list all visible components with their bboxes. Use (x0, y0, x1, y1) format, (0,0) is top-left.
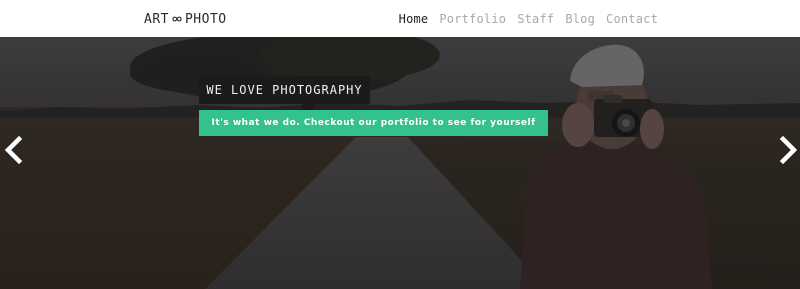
hero-headline: WE LOVE PHOTOGRAPHY (199, 76, 370, 104)
site-logo[interactable]: ART PHOTO (144, 10, 227, 28)
nav-portfolio[interactable]: Portfolio (439, 12, 506, 26)
nav-blog[interactable]: Blog (565, 12, 595, 26)
hero-tagline-button[interactable]: It's what we do. Checkout our portfolio … (199, 110, 548, 136)
logo-text-left: ART (144, 11, 169, 27)
slider-prev-button[interactable] (2, 135, 24, 165)
nav-contact[interactable]: Contact (606, 12, 658, 26)
slider-next-button[interactable] (778, 135, 800, 165)
site-header: ART PHOTO Home Portfolio Staff Blog Cont… (0, 0, 800, 37)
main-nav: Home Portfolio Staff Blog Contact (399, 10, 658, 28)
hero-slider: WE LOVE PHOTOGRAPHY It's what we do. Che… (0, 37, 800, 289)
logo-text-right: PHOTO (184, 11, 227, 27)
chevron-left-icon (4, 136, 23, 164)
nav-staff[interactable]: Staff (517, 12, 554, 26)
nav-home[interactable]: Home (399, 12, 429, 26)
chevron-right-icon (779, 136, 798, 164)
hero-background-image (0, 37, 800, 289)
infinity-icon (171, 13, 183, 25)
